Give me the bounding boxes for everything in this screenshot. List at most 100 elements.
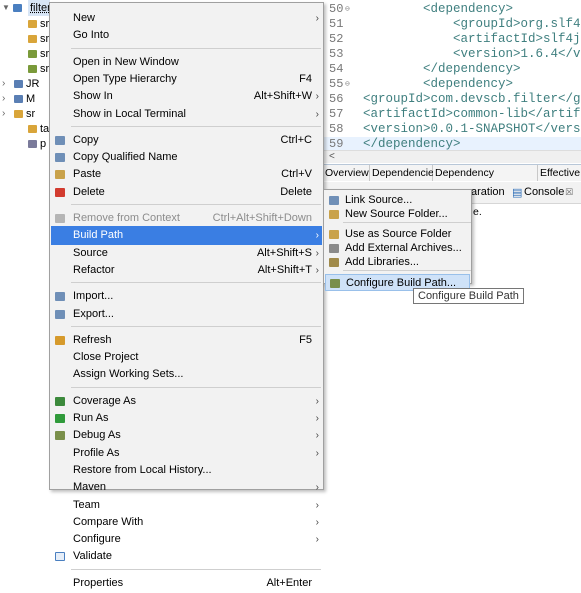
- code-text: <dependency>: [363, 77, 514, 91]
- menu-item-coverage-as[interactable]: Coverage As ›: [51, 392, 322, 411]
- menu-item-maven[interactable]: Maven ›: [51, 478, 322, 497]
- scroll-left-icon[interactable]: <: [329, 151, 335, 163]
- line-number: 52: [329, 32, 344, 46]
- menu-item-copy-qualified-name[interactable]: Copy Qualified Name: [51, 148, 322, 167]
- submenu-arrow-icon: ›: [315, 230, 319, 242]
- submenu-item-add-libraries[interactable]: Add Libraries...: [325, 254, 470, 271]
- configure-build-path-icon: [330, 279, 340, 288]
- menu-item-configure[interactable]: Configure ›: [51, 530, 322, 549]
- menu-item-open-type-hierarchy[interactable]: Open Type Hierarchy F4: [51, 70, 322, 89]
- menu-item-assign-working-sets[interactable]: Assign Working Sets...: [51, 365, 322, 384]
- menu-item-label: Coverage As: [73, 394, 136, 407]
- tree-item[interactable]: sr: [0, 61, 50, 77]
- menu-item-restore-from-local-history[interactable]: Restore from Local History...: [51, 461, 322, 480]
- menu-item-delete[interactable]: Delete Delete: [51, 183, 322, 202]
- tree-item[interactable]: p: [0, 136, 50, 152]
- menu-item-properties[interactable]: Properties Alt+Enter: [51, 574, 322, 593]
- tree-item-label: M: [26, 93, 36, 105]
- menu-item-shortcut: Ctrl+Alt+Shift+Down: [212, 212, 312, 224]
- menu-item-debug-as[interactable]: Debug As ›: [51, 426, 322, 445]
- pom-tab[interactable]: Dependencies: [370, 165, 439, 181]
- menu-item-new[interactable]: New ›: [51, 9, 322, 28]
- expand-chevron-icon[interactable]: ›: [2, 106, 10, 122]
- menu-item-label: Validate: [73, 550, 112, 563]
- menu-separator: [71, 204, 321, 205]
- pom-editor-tabs: OverviewDependenciesDependency Hierarchy…: [323, 164, 581, 195]
- code-text: <groupId>com.devscb.filter</gro: [363, 92, 581, 106]
- menu-item-label: Restore from Local History...: [73, 463, 212, 476]
- tree-item-root[interactable]: ▼ filterapply: [0, 0, 50, 16]
- menu-item-refresh[interactable]: Refresh F5: [51, 331, 322, 350]
- menu-item-paste[interactable]: Paste Ctrl+V: [51, 165, 322, 184]
- menu-item-label: Remove from Context: [73, 212, 180, 224]
- menu-item-source[interactable]: Source Alt+Shift+S ›: [51, 244, 322, 263]
- code-line: 53 <version>1.6.4</vers: [323, 47, 581, 62]
- menu-item-label: Import...: [73, 290, 114, 303]
- menu-item-go-into[interactable]: Go Into: [51, 26, 322, 45]
- expand-chevron-icon[interactable]: ›: [2, 91, 10, 107]
- menu-item-refactor[interactable]: Refactor Alt+Shift+T ›: [51, 261, 322, 280]
- tree-item[interactable]: › M: [0, 91, 50, 107]
- menu-item-label: Build Path: [73, 229, 124, 242]
- tree-item-label: sr: [40, 63, 50, 75]
- tree-item[interactable]: ta: [0, 121, 50, 137]
- pom-tab[interactable]: Dependency Hierarchy: [433, 165, 538, 195]
- submenu-arrow-icon: ›: [315, 534, 319, 546]
- menu-item-close-project[interactable]: Close Project: [51, 348, 322, 367]
- menu-item-show-in[interactable]: Show In Alt+Shift+W ›: [51, 87, 322, 106]
- menu-item-copy[interactable]: Copy Ctrl+C: [51, 131, 322, 150]
- menu-separator: [71, 282, 321, 284]
- code-editor[interactable]: 50 ⊖ <dependency> 51 <groupId>org.slf4j</5…: [323, 0, 581, 164]
- menu-item-show-in-local-terminal[interactable]: Show in Local Terminal ›: [51, 105, 322, 124]
- tree-item[interactable]: sr: [0, 31, 50, 47]
- menu-item-compare-with[interactable]: Compare With ›: [51, 513, 322, 532]
- menu-item-label: Open in New Window: [73, 55, 179, 68]
- menu-item-import[interactable]: Import...: [51, 287, 322, 306]
- close-icon[interactable]: ☒: [565, 187, 573, 198]
- code-line: 54 </dependency>: [323, 62, 581, 77]
- tree-item-label: sr: [40, 33, 50, 45]
- pom-tab[interactable]: Overview: [323, 165, 370, 181]
- menu-item-shortcut: F5: [299, 333, 312, 346]
- menu-item-build-path[interactable]: Build Path ›: [51, 226, 322, 246]
- menu-item-label: Refresh: [73, 333, 112, 346]
- menu-item-label: Run As: [73, 412, 109, 424]
- menu-item-label: Go Into: [73, 29, 110, 42]
- menu-item-team[interactable]: Team ›: [51, 496, 322, 515]
- menu-separator: [71, 325, 321, 327]
- menu-item-label: Copy: [73, 133, 99, 146]
- tree-item[interactable]: sr: [0, 46, 50, 62]
- new-source-folder-icon: [329, 210, 339, 219]
- pom-tab[interactable]: Effective: [538, 165, 581, 181]
- menu-item-open-in-new-window[interactable]: Open in New Window: [51, 53, 322, 72]
- tree-item-label: sr: [40, 48, 50, 60]
- menu-item-export[interactable]: Export...: [51, 305, 322, 324]
- menu-item-label: Compare With: [73, 515, 144, 528]
- menu-item-validate[interactable]: Validate: [51, 547, 322, 566]
- expand-chevron-icon[interactable]: ›: [2, 76, 10, 92]
- add-libraries-icon: [329, 258, 339, 267]
- folder-icon: [28, 125, 37, 133]
- submenu-item-new-source-folder[interactable]: New Source Folder...: [325, 206, 470, 223]
- tab-declaration-partial[interactable]: aration: [471, 186, 505, 198]
- project-icon: [13, 4, 22, 12]
- menu-item-profile-as[interactable]: Profile As ›: [51, 444, 322, 463]
- line-number: 51: [329, 17, 344, 31]
- submenu-arrow-icon: ›: [315, 447, 319, 459]
- project-explorer: ▼ filterapply srsrsrsr›JR›M›srtap: [0, 0, 50, 490]
- menu-item-label: Paste: [73, 168, 102, 181]
- tree-item[interactable]: › sr: [0, 106, 50, 122]
- collapse-chevron-icon[interactable]: ▼: [2, 0, 10, 16]
- horizontal-scrollbar[interactable]: <: [323, 150, 581, 163]
- folder-icon: [14, 110, 23, 118]
- menu-item-run-as[interactable]: Run As ›: [51, 409, 322, 428]
- tree-item[interactable]: sr: [0, 16, 50, 32]
- link-source-icon: [329, 196, 339, 205]
- line-number: 53: [329, 47, 344, 61]
- fold-icon[interactable]: ⊖: [345, 77, 350, 92]
- fold-icon[interactable]: ⊖: [345, 2, 350, 17]
- tree-item[interactable]: › JR: [0, 76, 50, 92]
- tree-item-label: JR: [26, 78, 40, 90]
- tab-console[interactable]: Console: [524, 186, 564, 198]
- code-line: 56 <groupId>com.devscb.filter</gro: [323, 92, 581, 107]
